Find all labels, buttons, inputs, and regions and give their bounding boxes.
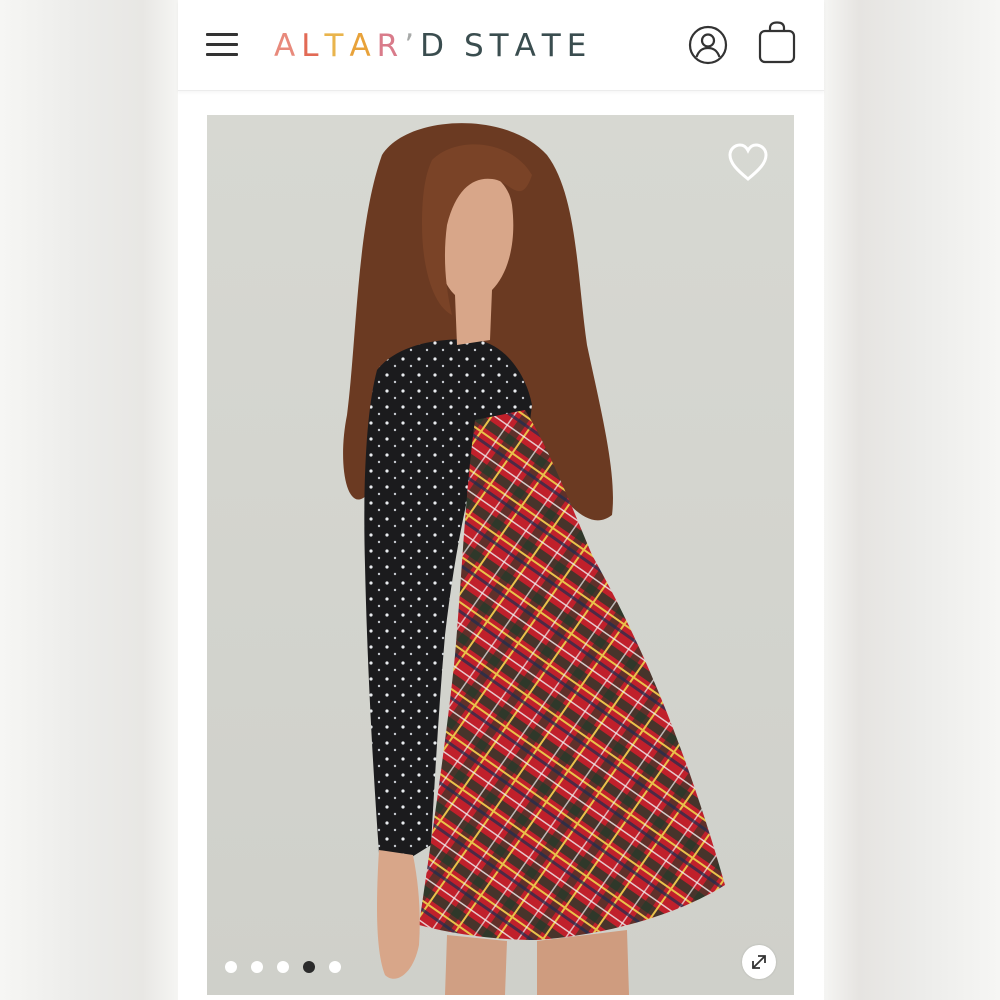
logo-letter: T xyxy=(489,28,515,64)
logo-letter: ’ xyxy=(404,28,421,64)
logo-letter: R xyxy=(376,28,405,64)
slide-dot[interactable] xyxy=(329,961,341,973)
logo-letter: T xyxy=(324,28,350,64)
site-header: A L T A R’ D S T A T E xyxy=(178,0,824,91)
logo-letter: D xyxy=(420,28,450,64)
product-page: A L T A R’ D S T A T E xyxy=(178,0,824,1000)
heart-outline-icon[interactable] xyxy=(727,143,769,183)
product-photo xyxy=(343,123,725,995)
product-image-gallery[interactable] xyxy=(207,115,794,995)
logo-letter: E xyxy=(566,28,593,64)
slide-dot[interactable] xyxy=(277,961,289,973)
logo-letter: A xyxy=(514,28,542,64)
left-backdrop xyxy=(0,0,178,1000)
logo-letter: A xyxy=(349,28,377,64)
hamburger-menu-icon[interactable] xyxy=(204,28,240,60)
logo-letter: S xyxy=(463,28,490,64)
shopping-bag-icon[interactable] xyxy=(758,21,798,65)
slide-dot[interactable] xyxy=(303,961,315,973)
expand-arrows-icon[interactable] xyxy=(742,945,776,979)
logo-letter: T xyxy=(541,28,567,64)
logo-letter: L xyxy=(301,28,325,64)
brand-logo[interactable]: A L T A R’ D S T A T E xyxy=(274,24,592,68)
slide-indicators xyxy=(225,961,341,975)
slide-dot[interactable] xyxy=(251,961,263,973)
logo-letter: A xyxy=(274,28,302,64)
right-backdrop xyxy=(824,0,1000,1000)
account-user-icon[interactable] xyxy=(688,25,728,65)
slide-dot[interactable] xyxy=(225,961,237,973)
